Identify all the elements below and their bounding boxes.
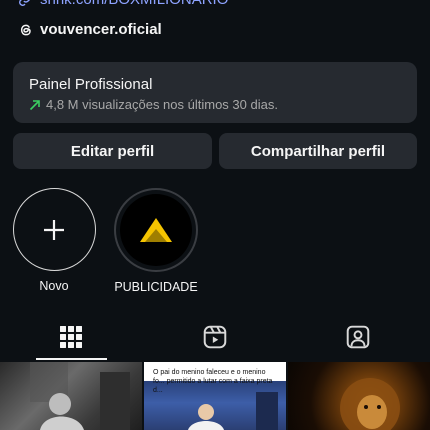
highlight-publicidade[interactable]: PUBLICIDADE: [113, 188, 199, 294]
threads-handle: vouvencer.oficial: [40, 21, 162, 38]
threads-icon: [20, 24, 31, 35]
post-thumbnail[interactable]: [288, 362, 430, 430]
post-image: [30, 362, 130, 430]
tab-grid[interactable]: [56, 322, 86, 352]
highlight-cover-ring[interactable]: [114, 188, 198, 272]
highlight-label-publicidade: PUBLICIDADE: [114, 280, 198, 294]
triangle-logo-icon: [140, 218, 172, 242]
highlight-new[interactable]: Novo: [12, 188, 96, 293]
grid-icon: [60, 326, 82, 348]
link-icon: [19, 0, 30, 6]
tagged-icon: [346, 325, 370, 349]
dashboard-title: Painel Profissional: [29, 76, 153, 93]
bio-link[interactable]: snnk.com/BOXMILIONARIO: [18, 0, 228, 8]
highlight-cover: [120, 194, 192, 266]
threads-badge[interactable]: vouvencer.oficial: [18, 21, 162, 38]
dashboard-stats: 4,8 M visualizações nos últimos 30 dias.: [29, 97, 417, 112]
profile-tabs: [0, 314, 430, 360]
tab-tagged[interactable]: [343, 322, 373, 352]
post-image: [188, 392, 278, 430]
tab-reels[interactable]: [200, 322, 230, 352]
post-thumbnail[interactable]: [0, 362, 142, 430]
active-tab-indicator: [36, 358, 107, 360]
dashboard-stats-text: 4,8 M visualizações nos últimos 30 dias.: [46, 97, 278, 112]
plus-icon: [44, 219, 64, 240]
professional-dashboard[interactable]: Painel Profissional 4,8 M visualizações …: [13, 62, 417, 123]
trending-up-icon: [29, 99, 40, 110]
edit-profile-button[interactable]: Editar perfil: [13, 133, 212, 169]
posts-grid: O pai do menino faleceu e o menino fo...…: [0, 362, 430, 430]
bio-link-text: snnk.com/BOXMILIONARIO: [40, 0, 228, 8]
post-image: [340, 378, 400, 430]
highlight-label-new: Novo: [39, 279, 69, 293]
reels-icon: [203, 325, 227, 349]
share-profile-button[interactable]: Compartilhar perfil: [219, 133, 417, 169]
post-thumbnail[interactable]: O pai do menino faleceu e o menino fo...…: [144, 362, 286, 430]
new-highlight-circle[interactable]: [12, 188, 96, 271]
